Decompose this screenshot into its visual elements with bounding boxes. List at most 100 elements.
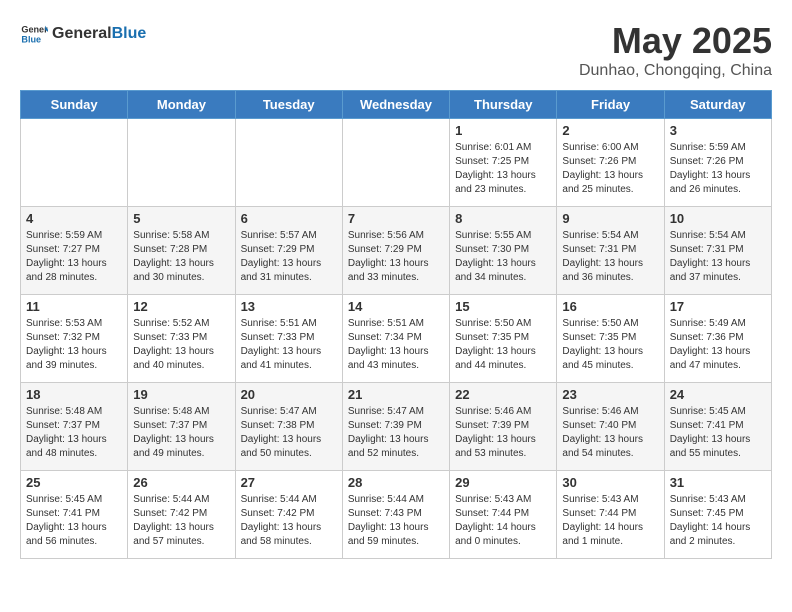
calendar-cell: 24 Sunrise: 5:45 AM Sunset: 7:41 PM Dayli… xyxy=(664,383,771,471)
day-info: Sunrise: 5:52 AM Sunset: 7:33 PM Dayligh… xyxy=(133,317,229,373)
main-title: May 2025 xyxy=(579,20,772,62)
calendar-cell: 17 Sunrise: 5:49 AM Sunset: 7:36 PM Dayli… xyxy=(664,295,771,383)
day-number: 5 xyxy=(133,211,229,226)
week-row-1: 1 Sunrise: 6:01 AM Sunset: 7:25 PM Daylig… xyxy=(21,119,772,207)
day-number: 19 xyxy=(133,387,229,402)
day-number: 16 xyxy=(562,299,658,314)
day-header-tuesday: Tuesday xyxy=(235,91,342,119)
day-info: Sunrise: 5:47 AM Sunset: 7:38 PM Dayligh… xyxy=(241,405,337,461)
day-info: Sunrise: 5:43 AM Sunset: 7:44 PM Dayligh… xyxy=(562,493,658,549)
logo: General Blue GeneralBlue xyxy=(20,20,146,48)
day-info: Sunrise: 5:43 AM Sunset: 7:45 PM Dayligh… xyxy=(670,493,766,549)
day-info: Sunrise: 5:54 AM Sunset: 7:31 PM Dayligh… xyxy=(562,229,658,285)
day-number: 26 xyxy=(133,475,229,490)
day-info: Sunrise: 5:43 AM Sunset: 7:44 PM Dayligh… xyxy=(455,493,551,549)
day-info: Sunrise: 6:01 AM Sunset: 7:25 PM Dayligh… xyxy=(455,141,551,197)
day-info: Sunrise: 5:50 AM Sunset: 7:35 PM Dayligh… xyxy=(562,317,658,373)
day-number: 13 xyxy=(241,299,337,314)
day-number: 20 xyxy=(241,387,337,402)
day-number: 12 xyxy=(133,299,229,314)
title-area: May 2025 Dunhao, Chongqing, China xyxy=(579,20,772,80)
calendar-cell: 10 Sunrise: 5:54 AM Sunset: 7:31 PM Dayli… xyxy=(664,207,771,295)
day-header-sunday: Sunday xyxy=(21,91,128,119)
calendar-cell: 7Sunrise: 5:56 AM Sunset: 7:29 PM Daylig… xyxy=(342,207,449,295)
logo-text: GeneralBlue xyxy=(52,25,146,43)
calendar-cell: 14Sunrise: 5:51 AM Sunset: 7:34 PM Dayli… xyxy=(342,295,449,383)
day-info: Sunrise: 5:51 AM Sunset: 7:33 PM Dayligh… xyxy=(241,317,337,373)
calendar-cell: 9 Sunrise: 5:54 AM Sunset: 7:31 PM Daylig… xyxy=(557,207,664,295)
day-number: 18 xyxy=(26,387,122,402)
calendar-cell: 11 Sunrise: 5:53 AM Sunset: 7:32 PM Dayli… xyxy=(21,295,128,383)
calendar-cell: 8 Sunrise: 5:55 AM Sunset: 7:30 PM Daylig… xyxy=(450,207,557,295)
day-number: 8 xyxy=(455,211,551,226)
day-info: Sunrise: 5:45 AM Sunset: 7:41 PM Dayligh… xyxy=(26,493,122,549)
day-info: Sunrise: 5:47 AM Sunset: 7:39 PM Dayligh… xyxy=(348,405,444,461)
week-row-4: 18 Sunrise: 5:48 AM Sunset: 7:37 PM Dayli… xyxy=(21,383,772,471)
day-info: Sunrise: 5:58 AM Sunset: 7:28 PM Dayligh… xyxy=(133,229,229,285)
day-number: 29 xyxy=(455,475,551,490)
day-header-saturday: Saturday xyxy=(664,91,771,119)
calendar-cell: 31 Sunrise: 5:43 AM Sunset: 7:45 PM Dayli… xyxy=(664,471,771,559)
calendar-cell xyxy=(21,119,128,207)
day-header-monday: Monday xyxy=(128,91,235,119)
day-number: 22 xyxy=(455,387,551,402)
calendar-cell: 16 Sunrise: 5:50 AM Sunset: 7:35 PM Dayli… xyxy=(557,295,664,383)
calendar-cell: 15 Sunrise: 5:50 AM Sunset: 7:35 PM Dayli… xyxy=(450,295,557,383)
calendar-cell: 2Sunrise: 6:00 AM Sunset: 7:26 PM Daylig… xyxy=(557,119,664,207)
day-info: Sunrise: 5:59 AM Sunset: 7:26 PM Dayligh… xyxy=(670,141,766,197)
day-header-friday: Friday xyxy=(557,91,664,119)
day-info: Sunrise: 5:44 AM Sunset: 7:42 PM Dayligh… xyxy=(241,493,337,549)
day-header-wednesday: Wednesday xyxy=(342,91,449,119)
day-info: Sunrise: 5:45 AM Sunset: 7:41 PM Dayligh… xyxy=(670,405,766,461)
calendar-cell: 3Sunrise: 5:59 AM Sunset: 7:26 PM Daylig… xyxy=(664,119,771,207)
calendar-cell: 12 Sunrise: 5:52 AM Sunset: 7:33 PM Dayli… xyxy=(128,295,235,383)
calendar-cell: 28Sunrise: 5:44 AM Sunset: 7:43 PM Dayli… xyxy=(342,471,449,559)
day-info: Sunrise: 5:55 AM Sunset: 7:30 PM Dayligh… xyxy=(455,229,551,285)
svg-text:General: General xyxy=(21,25,48,35)
day-info: Sunrise: 5:44 AM Sunset: 7:43 PM Dayligh… xyxy=(348,493,444,549)
day-info: Sunrise: 5:48 AM Sunset: 7:37 PM Dayligh… xyxy=(133,405,229,461)
day-number: 9 xyxy=(562,211,658,226)
calendar-cell: 27 Sunrise: 5:44 AM Sunset: 7:42 PM Dayli… xyxy=(235,471,342,559)
week-row-5: 25 Sunrise: 5:45 AM Sunset: 7:41 PM Dayli… xyxy=(21,471,772,559)
day-number: 11 xyxy=(26,299,122,314)
day-info: Sunrise: 5:44 AM Sunset: 7:42 PM Dayligh… xyxy=(133,493,229,549)
day-number: 6 xyxy=(241,211,337,226)
day-number: 31 xyxy=(670,475,766,490)
calendar-cell: 26 Sunrise: 5:44 AM Sunset: 7:42 PM Dayli… xyxy=(128,471,235,559)
calendar-cell: 25 Sunrise: 5:45 AM Sunset: 7:41 PM Dayli… xyxy=(21,471,128,559)
day-number: 23 xyxy=(562,387,658,402)
day-info: Sunrise: 5:53 AM Sunset: 7:32 PM Dayligh… xyxy=(26,317,122,373)
logo-icon: General Blue xyxy=(20,20,48,48)
day-info: Sunrise: 5:56 AM Sunset: 7:29 PM Dayligh… xyxy=(348,229,444,285)
day-number: 1 xyxy=(455,123,551,138)
day-number: 27 xyxy=(241,475,337,490)
calendar-cell xyxy=(235,119,342,207)
day-number: 15 xyxy=(455,299,551,314)
day-info: Sunrise: 5:49 AM Sunset: 7:36 PM Dayligh… xyxy=(670,317,766,373)
day-info: Sunrise: 5:59 AM Sunset: 7:27 PM Dayligh… xyxy=(26,229,122,285)
calendar-cell: 4 Sunrise: 5:59 AM Sunset: 7:27 PM Daylig… xyxy=(21,207,128,295)
calendar-cell xyxy=(342,119,449,207)
day-number: 2 xyxy=(562,123,658,138)
calendar-cell: 21Sunrise: 5:47 AM Sunset: 7:39 PM Dayli… xyxy=(342,383,449,471)
day-info: Sunrise: 5:50 AM Sunset: 7:35 PM Dayligh… xyxy=(455,317,551,373)
day-info: Sunrise: 5:54 AM Sunset: 7:31 PM Dayligh… xyxy=(670,229,766,285)
day-number: 30 xyxy=(562,475,658,490)
day-number: 24 xyxy=(670,387,766,402)
day-info: Sunrise: 5:51 AM Sunset: 7:34 PM Dayligh… xyxy=(348,317,444,373)
day-info: Sunrise: 5:46 AM Sunset: 7:39 PM Dayligh… xyxy=(455,405,551,461)
header-row: SundayMondayTuesdayWednesdayThursdayFrid… xyxy=(21,91,772,119)
subtitle: Dunhao, Chongqing, China xyxy=(579,62,772,80)
calendar-cell: 29 Sunrise: 5:43 AM Sunset: 7:44 PM Dayli… xyxy=(450,471,557,559)
calendar-table: SundayMondayTuesdayWednesdayThursdayFrid… xyxy=(20,90,772,559)
day-number: 17 xyxy=(670,299,766,314)
day-number: 10 xyxy=(670,211,766,226)
day-number: 4 xyxy=(26,211,122,226)
svg-text:Blue: Blue xyxy=(21,34,41,44)
calendar-cell: 6 Sunrise: 5:57 AM Sunset: 7:29 PM Daylig… xyxy=(235,207,342,295)
day-info: Sunrise: 5:46 AM Sunset: 7:40 PM Dayligh… xyxy=(562,405,658,461)
week-row-3: 11 Sunrise: 5:53 AM Sunset: 7:32 PM Dayli… xyxy=(21,295,772,383)
day-number: 25 xyxy=(26,475,122,490)
day-info: Sunrise: 5:57 AM Sunset: 7:29 PM Dayligh… xyxy=(241,229,337,285)
